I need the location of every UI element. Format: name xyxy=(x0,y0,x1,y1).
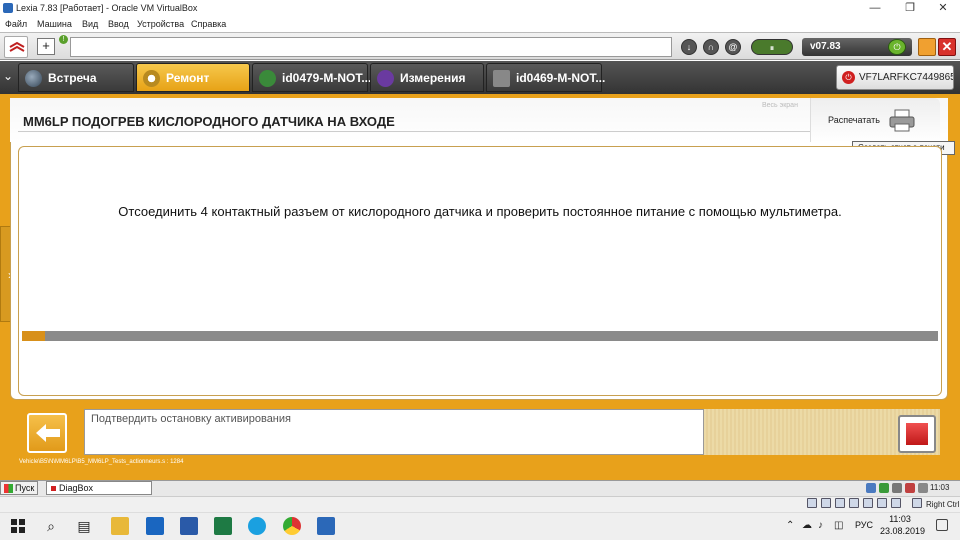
app-toolbar: + ! ↓ ∩ @ ⏸ v07.83 ⏻ ✕ xyxy=(0,32,960,60)
taskbar-diagbox[interactable]: DiagBox xyxy=(46,481,152,495)
host-key-label: Right Ctrl xyxy=(926,500,960,509)
instruction-message: Отсоединить 4 контактный разъем от кисло… xyxy=(118,204,842,219)
file-explorer-icon[interactable] xyxy=(111,517,129,535)
download-icon[interactable]: ↓ xyxy=(681,39,697,55)
printer-icon[interactable] xyxy=(888,109,916,133)
document-icon xyxy=(493,70,510,87)
network-host-tray-icon[interactable]: ◫ xyxy=(834,520,843,531)
add-button[interactable]: + xyxy=(37,38,55,55)
cloud-tray-icon[interactable]: ☁ xyxy=(802,520,812,531)
guest-start-button[interactable]: Пуск xyxy=(0,481,38,495)
host-time: 11:03 xyxy=(889,514,911,524)
stop-button[interactable] xyxy=(898,415,936,453)
skype-icon[interactable] xyxy=(248,517,266,535)
windows-start-icon[interactable] xyxy=(9,517,27,535)
restore-button[interactable]: ❐ xyxy=(893,0,927,16)
host-date: 23.08.2019 xyxy=(880,526,926,536)
vin-button[interactable]: ⏻ VF7LARFKC74498657 xyxy=(836,65,954,90)
task-view-icon[interactable]: ▤ xyxy=(75,517,93,535)
windows-flag-icon xyxy=(4,484,13,493)
vin-label: VF7LARFKC74498657 xyxy=(859,72,954,83)
tab-repair[interactable]: Ремонт xyxy=(136,63,250,92)
notification-badge: ! xyxy=(59,35,68,44)
toolbar-input-bar[interactable] xyxy=(70,37,672,57)
check-tray-icon[interactable] xyxy=(879,483,889,493)
stop-icon xyxy=(906,423,928,445)
leaf-icon xyxy=(259,70,276,87)
power-red-icon: ⏻ xyxy=(842,71,855,84)
host-taskbar xyxy=(0,512,960,540)
confirm-stop-message: Подтвердить остановку активирования xyxy=(84,409,704,455)
speaker-tray-icon[interactable]: ♪ xyxy=(818,520,823,531)
outlook-icon[interactable] xyxy=(146,517,164,535)
virtualbox-app-icon xyxy=(3,3,13,13)
chevron-down-icon[interactable]: ⌄ xyxy=(3,69,17,83)
usb-icon[interactable] xyxy=(863,498,873,508)
search-icon[interactable]: ⌕ xyxy=(42,517,60,535)
menu-file[interactable]: Файл xyxy=(5,19,27,29)
display-icon[interactable] xyxy=(891,498,901,508)
close-window-button[interactable]: ✕ xyxy=(926,0,960,16)
menu-input[interactable]: Ввод xyxy=(108,19,129,29)
progress-bar xyxy=(22,331,938,341)
minimize-button[interactable]: — xyxy=(858,0,892,16)
tab-id0479[interactable]: id0479-M-NOT... xyxy=(252,63,371,92)
wave-icon xyxy=(377,70,394,87)
shared-folder-icon[interactable] xyxy=(877,498,887,508)
back-button[interactable] xyxy=(27,413,67,453)
title-divider xyxy=(18,131,818,132)
hdd-icon[interactable] xyxy=(807,498,817,508)
virtualbox-taskbar-icon[interactable] xyxy=(317,517,335,535)
tab-measurements[interactable]: Измерения xyxy=(370,63,484,92)
power-icon[interactable]: ⏻ xyxy=(888,39,906,55)
chrome-icon[interactable] xyxy=(283,517,301,535)
vbox-menu-bar: Файл Машина Вид Ввод Устройства Справка xyxy=(0,16,960,32)
word-icon[interactable] xyxy=(180,517,198,535)
excel-icon[interactable] xyxy=(214,517,232,535)
tab-id0469[interactable]: id0469-M-NOT... xyxy=(486,63,605,92)
guest-clock: 11:03 xyxy=(930,483,950,492)
script-path: Vehicle\B5\N\MM6LP\B5_MM6LP_Tests_action… xyxy=(19,459,184,465)
host-clock[interactable]: 11:03 23.08.2019 xyxy=(880,513,926,537)
pause-toggle[interactable]: ⏸ xyxy=(751,39,793,55)
menu-devices[interactable]: Устройства xyxy=(137,19,184,29)
print-label[interactable]: Распечатать xyxy=(828,115,880,125)
chevrons-logo-icon xyxy=(9,41,25,52)
fullscreen-label: Весь экран xyxy=(762,102,798,109)
network-icon[interactable] xyxy=(849,498,859,508)
arrow-left-icon xyxy=(36,424,60,442)
instruction-area xyxy=(18,146,942,396)
main-tabs-bar: ⌄ Встреча Ремонт id0479-M-NOT... Измерен… xyxy=(0,61,960,94)
tray-chevron-up-icon[interactable]: ⌃ xyxy=(786,520,794,531)
tray-icon[interactable] xyxy=(892,483,902,493)
email-icon[interactable]: @ xyxy=(725,39,741,55)
tab-meeting[interactable]: Встреча xyxy=(18,63,134,92)
window-title: Lexia 7.83 [Работает] - Oracle VM Virtua… xyxy=(16,3,198,13)
host-title-bar: Lexia 7.83 [Работает] - Oracle VM Virtua… xyxy=(0,0,960,16)
alert-tray-icon[interactable] xyxy=(905,483,915,493)
audio-icon[interactable] xyxy=(835,498,845,508)
headset-icon[interactable]: ∩ xyxy=(703,39,719,55)
progress-fill xyxy=(22,331,45,341)
menu-machine[interactable]: Машина xyxy=(37,19,72,29)
optical-icon[interactable] xyxy=(821,498,831,508)
menu-help[interactable]: Справка xyxy=(191,19,226,29)
network-tray-icon[interactable] xyxy=(866,483,876,493)
menu-view[interactable]: Вид xyxy=(82,19,98,29)
page-title: MM6LP ПОДОГРЕВ КИСЛОРОДНОГО ДАТЧИКА НА В… xyxy=(23,114,395,129)
app-close-button[interactable]: ✕ xyxy=(938,38,956,56)
globe-icon xyxy=(25,70,42,87)
notifications-icon[interactable] xyxy=(936,519,948,531)
volume-tray-icon[interactable] xyxy=(918,483,928,493)
language-indicator[interactable]: РУС xyxy=(855,520,873,530)
magnifier-icon xyxy=(143,70,160,87)
diagbox-icon xyxy=(51,486,56,491)
citroen-logo[interactable] xyxy=(4,36,28,58)
app-minimize-button[interactable] xyxy=(918,38,936,56)
keyboard-capture-icon[interactable] xyxy=(912,498,922,508)
